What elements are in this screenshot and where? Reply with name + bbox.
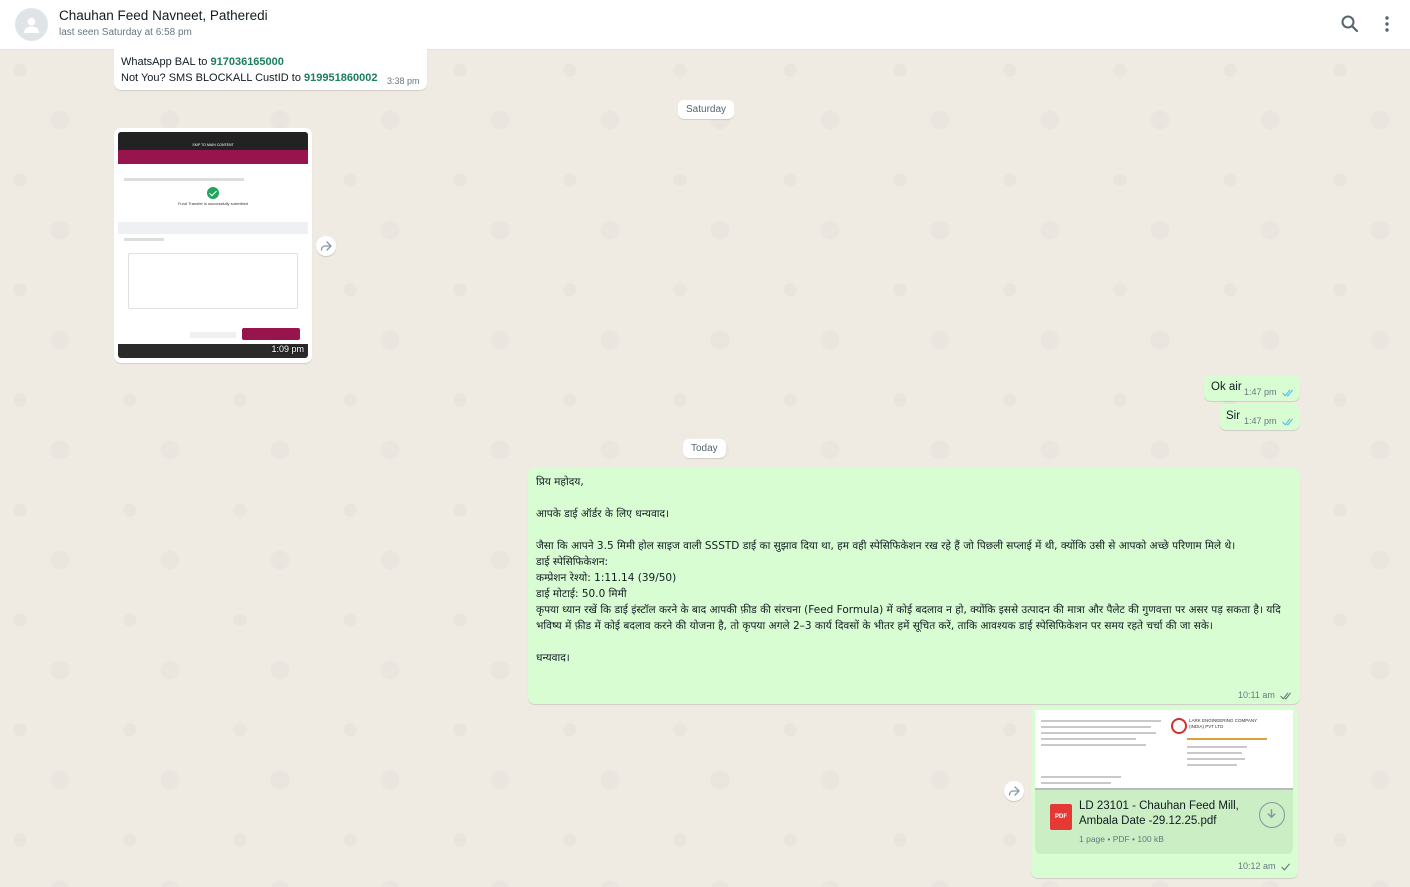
delivered-ticks-icon — [1280, 692, 1292, 700]
search-icon[interactable] — [1340, 14, 1360, 34]
pdf-icon: PDF — [1050, 804, 1072, 830]
document-name[interactable]: LD 23101 - Chauhan Feed Mill, Ambala Dat… — [1079, 799, 1254, 829]
menu-dots-icon[interactable] — [1377, 14, 1397, 34]
sent-tick-icon — [1281, 863, 1290, 871]
company-logo-icon — [1171, 718, 1187, 734]
message-time: 1:47 pm — [1244, 387, 1295, 397]
message-text: प्रिय महोदय, आपके डाई ऑर्डर के लिए धन्यव… — [536, 476, 1281, 664]
message-text: WhatsApp BAL to 917036165000 Not You? SM… — [121, 56, 378, 84]
avatar[interactable] — [15, 8, 48, 41]
document-card[interactable]: PDF LD 23101 - Chauhan Feed Mill, Ambala… — [1035, 790, 1293, 854]
outgoing-message[interactable]: Sir 1:47 pm — [1219, 404, 1300, 430]
read-ticks-icon — [1282, 418, 1293, 426]
company-name: LARK ENGINEERING COMPANY (INDIA) PVT LTD — [1189, 718, 1258, 729]
forward-icon — [320, 241, 332, 251]
message-time: 3:38 pm — [387, 76, 420, 86]
outgoing-message[interactable]: प्रिय महोदय, आपके डाई ऑर्डर के लिए धन्यव… — [528, 468, 1300, 704]
message-time: 1:09 pm — [271, 344, 304, 354]
date-separator: Today — [683, 439, 726, 458]
phone-link[interactable]: 917036165000 — [210, 56, 283, 68]
message-time: 1:47 pm — [1244, 416, 1295, 426]
read-ticks-icon — [1282, 389, 1293, 397]
message-time: 10:11 am — [1238, 690, 1293, 700]
screenshot-thumbnail[interactable]: SKIP TO MAIN CONTENT Fund Transfer is su… — [118, 132, 308, 358]
download-button[interactable] — [1259, 802, 1285, 828]
last-seen-status: last seen Saturday at 6:58 pm — [59, 27, 192, 38]
outgoing-document-message[interactable]: LARK ENGINEERING COMPANY (INDIA) PVT LTD… — [1031, 706, 1298, 878]
success-check-icon — [207, 187, 219, 199]
person-icon — [23, 17, 40, 34]
contact-name[interactable]: Chauhan Feed Navneet, Patheredi — [59, 8, 268, 23]
thumb-skip-link: SKIP TO MAIN CONTENT — [118, 140, 308, 150]
message-text: Ok air — [1211, 381, 1242, 393]
forward-icon — [1008, 786, 1020, 796]
document-preview[interactable]: LARK ENGINEERING COMPANY (INDIA) PVT LTD — [1035, 710, 1293, 790]
incoming-image-message[interactable]: SKIP TO MAIN CONTENT Fund Transfer is su… — [114, 128, 312, 363]
outgoing-message[interactable]: Ok air 1:47 pm — [1204, 375, 1300, 401]
message-text: Sir — [1226, 410, 1241, 422]
date-separator: Saturday — [678, 100, 735, 119]
document-meta: 1 page • PDF • 100 kB — [1079, 834, 1164, 844]
forward-button[interactable] — [1004, 781, 1024, 801]
phone-link[interactable]: 919951860002 — [304, 72, 377, 84]
chat-area[interactable]: WhatsApp BAL to 917036165000 Not You? SM… — [0, 42, 1410, 887]
thumb-caption: Fund Transfer is successfully submitted — [177, 201, 249, 206]
message-time: 10:12 am — [1238, 861, 1291, 871]
download-icon — [1267, 809, 1276, 819]
incoming-message[interactable]: WhatsApp BAL to 917036165000 Not You? SM… — [114, 42, 427, 90]
forward-button[interactable] — [316, 236, 336, 256]
